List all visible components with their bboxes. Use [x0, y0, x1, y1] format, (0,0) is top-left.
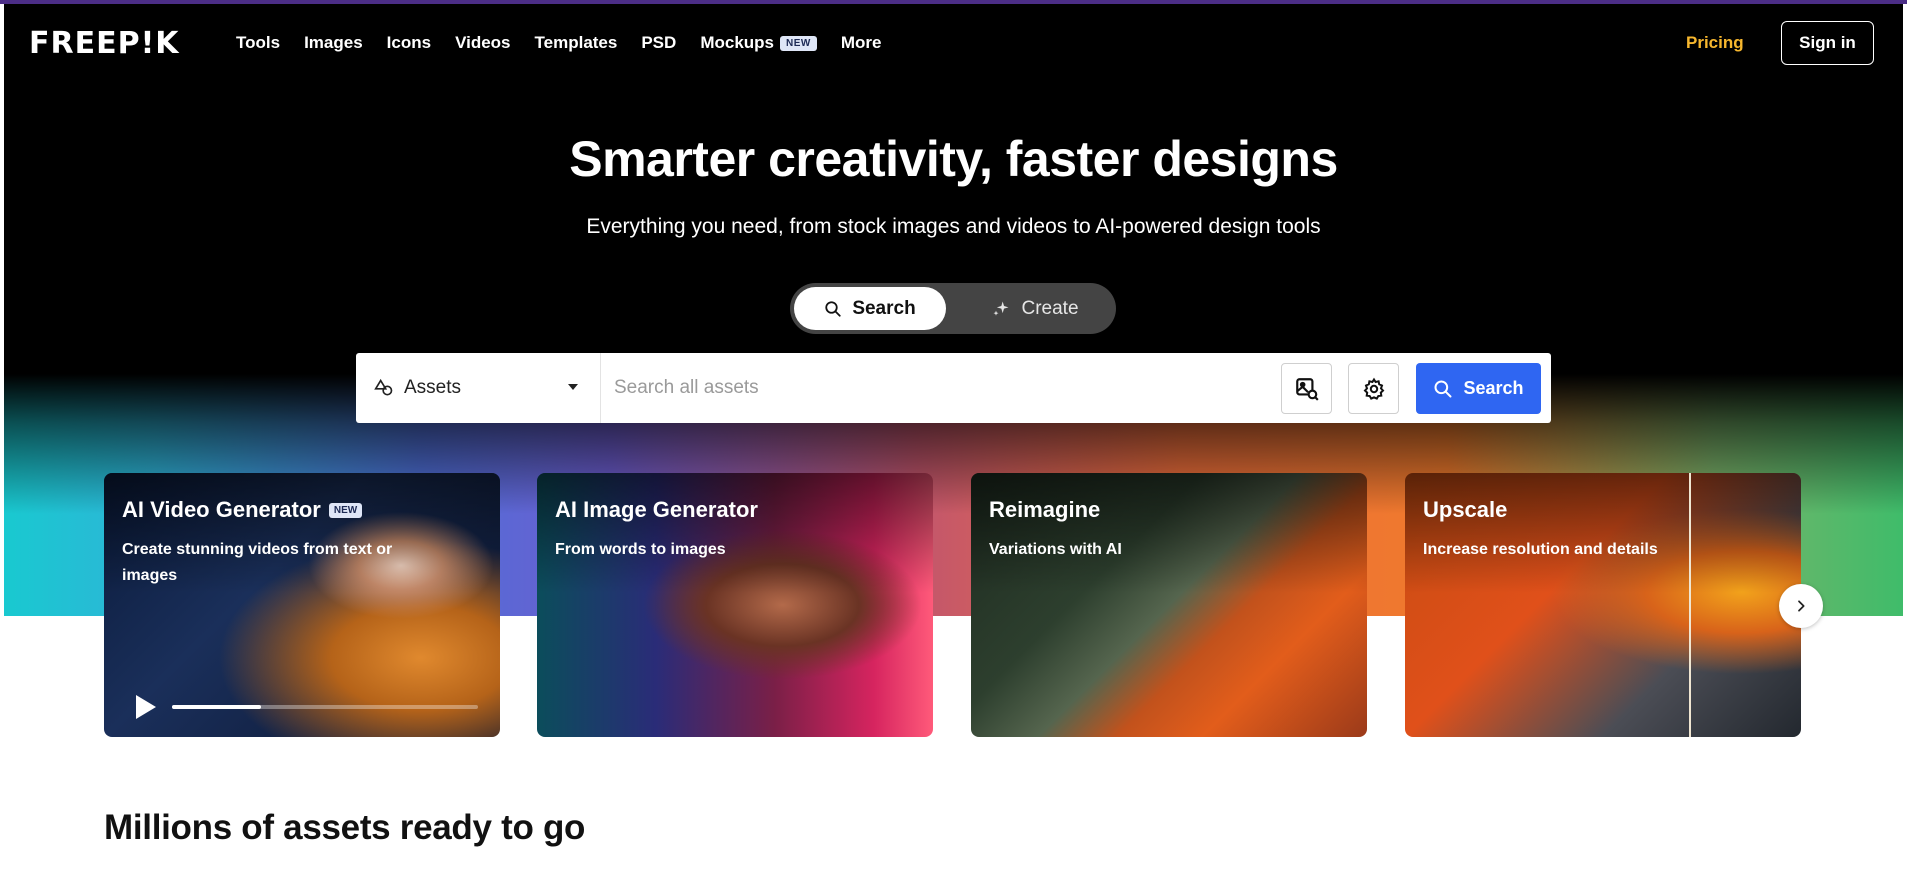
- card-subtitle: From words to images: [555, 541, 726, 558]
- new-badge: NEW: [328, 502, 363, 518]
- card-title: Upscale: [1423, 497, 1508, 522]
- search-bar: Assets Search: [356, 353, 1551, 423]
- nav-images[interactable]: Images: [304, 33, 363, 53]
- image-search-icon: [1295, 377, 1319, 401]
- hero-subtitle: Everything you need, from stock images a…: [586, 215, 1321, 238]
- nav-psd[interactable]: PSD: [641, 33, 676, 53]
- nav-templates[interactable]: Templates: [535, 33, 618, 53]
- search-button-label: Search: [1463, 378, 1524, 398]
- nav-tools[interactable]: Tools: [236, 33, 280, 53]
- asset-category-label: Assets: [404, 377, 462, 398]
- nav-mockups-label: Mockups: [700, 33, 774, 52]
- nav-icons[interactable]: Icons: [387, 33, 431, 53]
- caret-down-icon: [568, 384, 578, 390]
- card-reimagine[interactable]: Reimagine Variations with AI: [971, 473, 1367, 737]
- search-settings-button[interactable]: [1348, 363, 1399, 414]
- shapes-icon: [374, 378, 393, 396]
- hero-title: Smarter creativity, faster designs: [569, 131, 1338, 187]
- card-ai-video-generator[interactable]: AI Video Generator NEW Create stunning v…: [104, 473, 500, 737]
- sparkle-icon: [993, 301, 1009, 316]
- card-title: AI Image Generator: [555, 497, 758, 522]
- card-ai-image-generator[interactable]: AI Image Generator From words to images: [537, 473, 933, 737]
- card-title-text: AI Video Generator: [122, 497, 321, 522]
- video-progress-fill: [172, 705, 261, 709]
- video-progress-bar[interactable]: [172, 705, 478, 709]
- card-subtitle: Variations with AI: [989, 541, 1122, 558]
- play-icon[interactable]: [136, 695, 156, 719]
- asset-category-dropdown[interactable]: Assets: [356, 353, 601, 423]
- nav-links: Tools Images Icons Videos Templates PSD …: [236, 33, 905, 53]
- search-button[interactable]: Search: [1416, 363, 1541, 414]
- section-title: Millions of assets ready to go: [104, 808, 586, 847]
- image-search-button[interactable]: [1281, 363, 1332, 414]
- pricing-link[interactable]: Pricing: [1686, 33, 1744, 53]
- comparison-divider: [1689, 473, 1691, 737]
- card-subtitle: Increase resolution and details: [1423, 541, 1658, 558]
- new-badge: NEW: [780, 35, 817, 51]
- card-upscale[interactable]: Upscale Increase resolution and details: [1405, 473, 1801, 737]
- card-subtitle: Create stunning videos from text or imag…: [122, 541, 393, 584]
- toggle-search-button[interactable]: Search: [794, 287, 946, 330]
- gear-icon: [1363, 377, 1384, 400]
- sign-in-button[interactable]: Sign in: [1781, 21, 1874, 65]
- search-icon: [1434, 380, 1452, 397]
- search-icon: [825, 300, 841, 317]
- nav-videos[interactable]: Videos: [455, 33, 510, 53]
- toggle-create-button[interactable]: Create: [960, 287, 1110, 330]
- card-title: AI Video Generator NEW: [122, 497, 363, 523]
- nav-mockups[interactable]: Mockups NEW: [700, 33, 817, 53]
- card-title: Reimagine: [989, 497, 1101, 522]
- top-nav: FREEP!K Tools Images Icons Videos Templa…: [0, 0, 1907, 86]
- carousel-next-button[interactable]: [1779, 584, 1823, 628]
- chevron-right-icon: [1798, 600, 1805, 612]
- toggle-create-label: Create: [1021, 297, 1079, 319]
- freepik-logo[interactable]: FREEP!K: [29, 26, 180, 61]
- toggle-search-label: Search: [852, 297, 916, 319]
- nav-more[interactable]: More: [841, 33, 882, 53]
- search-input[interactable]: [614, 367, 1134, 409]
- mode-toggle: Search Create: [790, 283, 1116, 334]
